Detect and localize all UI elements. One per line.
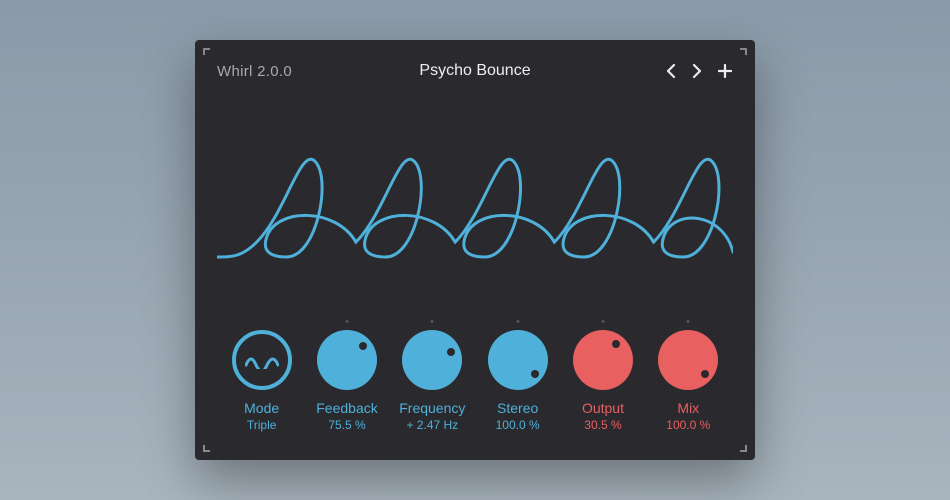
knob-label: Mode [244, 400, 279, 416]
knob-label: Feedback [316, 400, 377, 416]
stereo-knob[interactable] [488, 330, 548, 390]
mode-button[interactable] [232, 330, 292, 390]
wave-mode-icon [245, 351, 279, 369]
corner-decoration [733, 438, 747, 452]
knob-indicator [531, 370, 539, 378]
feedback-knob[interactable] [317, 330, 377, 390]
knob-tick [687, 320, 690, 323]
knob-row: Mode Triple Feedback 75.5 % Frequency + … [217, 330, 733, 442]
knob-indicator [359, 342, 367, 350]
chevron-right-icon [691, 63, 703, 79]
preset-nav [665, 63, 733, 79]
corner-decoration [203, 438, 217, 452]
knob-value: 100.0 % [666, 418, 710, 432]
waveform-icon [217, 128, 733, 297]
prev-preset-button[interactable] [665, 63, 677, 79]
mix-knob[interactable] [658, 330, 718, 390]
preset-name[interactable]: Psycho Bounce [419, 62, 530, 80]
output-control: Output 30.5 % [564, 330, 641, 432]
header: Whirl 2.0.0 Psycho Bounce [217, 58, 733, 84]
knob-label: Output [582, 400, 624, 416]
knob-value: 75.5 % [328, 418, 365, 432]
knob-value: Triple [247, 418, 277, 432]
plugin-window: Whirl 2.0.0 Psycho Bounce [195, 40, 755, 460]
next-preset-button[interactable] [691, 63, 703, 79]
corner-decoration [733, 48, 747, 62]
chevron-left-icon [665, 63, 677, 79]
knob-tick [345, 320, 348, 323]
stereo-control: Stereo 100.0 % [479, 330, 556, 432]
knob-label: Mix [677, 400, 699, 416]
knob-tick [601, 320, 604, 323]
feedback-control: Feedback 75.5 % [308, 330, 385, 432]
output-knob[interactable] [573, 330, 633, 390]
knob-value: 100.0 % [496, 418, 540, 432]
app-name: Whirl 2.0.0 [217, 63, 292, 80]
frequency-control: Frequency + 2.47 Hz [394, 330, 471, 432]
visualization [217, 94, 733, 330]
knob-indicator [701, 370, 709, 378]
knob-value: 30.5 % [584, 418, 621, 432]
knob-label: Stereo [497, 400, 538, 416]
plus-icon [717, 63, 733, 79]
add-preset-button[interactable] [717, 63, 733, 79]
knob-tick [431, 320, 434, 323]
knob-tick [516, 320, 519, 323]
knob-label: Frequency [399, 400, 465, 416]
knob-value: + 2.47 Hz [406, 418, 458, 432]
mix-control: Mix 100.0 % [650, 330, 727, 432]
mode-control: Mode Triple [223, 330, 300, 432]
knob-indicator [612, 340, 620, 348]
knob-indicator [447, 348, 455, 356]
corner-decoration [203, 48, 217, 62]
frequency-knob[interactable] [402, 330, 462, 390]
